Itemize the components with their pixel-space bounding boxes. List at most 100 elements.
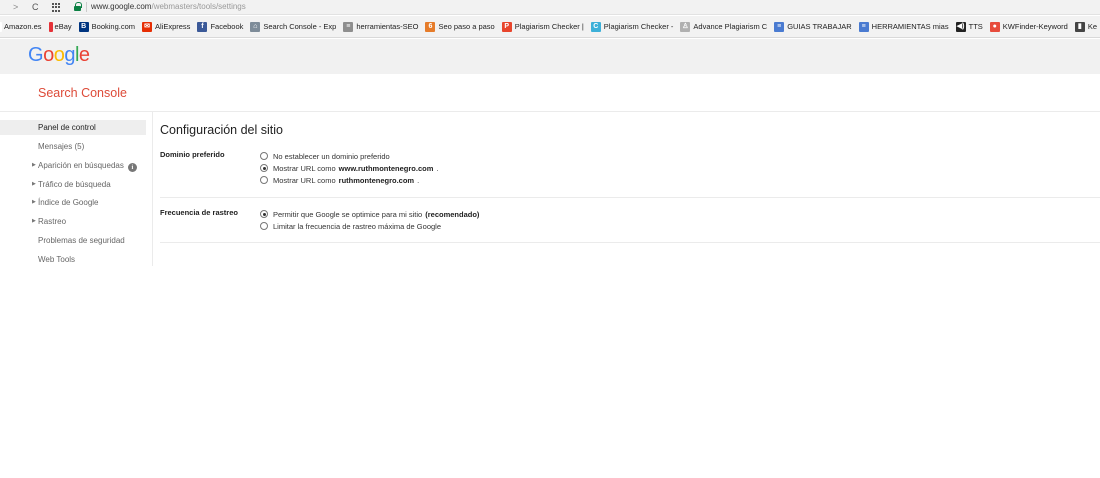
bookmark-favicon-icon: ≡	[343, 21, 354, 32]
sidebar-item[interactable]: ▶ Rastreo	[0, 214, 146, 229]
logo-letter: g	[64, 44, 75, 66]
url-domain: www.google.com	[91, 2, 152, 11]
bookmark-label: Plagiarism Checker -	[603, 22, 674, 31]
bookmark-favicon-icon: f	[197, 21, 208, 32]
bookmark-label: AliExpress	[155, 22, 191, 31]
bookmark-item[interactable]: C Plagiarism Checker -	[590, 21, 674, 32]
sidebar-item[interactable]: Panel de control	[0, 120, 146, 135]
sidebar-item-label: Mensajes (5)	[38, 142, 85, 151]
forward-icon[interactable]: >	[13, 1, 18, 13]
bookmark-label: Advance Plagiarism C	[693, 22, 768, 31]
radio-button[interactable]	[260, 164, 268, 172]
google-logo[interactable]: Google	[28, 44, 90, 67]
product-header: Search Console	[0, 75, 1100, 112]
sidebar-nav: Panel de control Mensajes (5) ▶ Aparición e…	[0, 112, 153, 266]
bookmark-item[interactable]: ● KWFinder-Keyword	[989, 21, 1068, 32]
sidebar-item[interactable]: Web Tools	[0, 252, 146, 267]
bookmark-label: KWFinder-Keyword	[1002, 22, 1068, 31]
bookmark-item[interactable]: ✉ AliExpress	[142, 21, 191, 32]
address-bar: > C www.google.com/webmasters/tools/sett…	[0, 0, 1100, 15]
option-text: Limitar la frecuencia de rastreo máxima …	[273, 221, 441, 231]
radio-button[interactable]	[260, 176, 268, 184]
apps-grid-icon[interactable]	[52, 3, 62, 12]
sidebar-item[interactable]: ▶ Tráfico de búsqueda	[0, 177, 146, 192]
section-divider	[160, 197, 1100, 198]
bookmark-label: Seo paso a paso	[438, 22, 495, 31]
option-text: Mostrar URL como	[273, 163, 336, 173]
sidebar-item[interactable]: Mensajes (5)	[0, 139, 146, 154]
url-path: /webmasters/tools/settings	[151, 2, 246, 11]
sidebar-item-label: Aparición en búsquedas	[38, 161, 124, 170]
bookmark-item[interactable]: 6 Seo paso a paso	[425, 21, 495, 32]
preferred-domain-option[interactable]: Mostrar URL como www.ruthmontenegro.com.	[260, 162, 438, 174]
expand-arrow-icon[interactable]: ▶	[32, 158, 36, 173]
crawl-rate-label: Frecuencia de rastreo	[160, 208, 238, 217]
google-header: Google	[0, 39, 1100, 74]
bookmark-item[interactable]: ♙ Advance Plagiarism C	[680, 21, 768, 32]
radio-button[interactable]	[260, 152, 268, 160]
expand-arrow-icon[interactable]: ▶	[32, 195, 36, 210]
bookmark-favicon-icon: ≡	[858, 21, 869, 32]
bookmark-item[interactable]: ⌂ Search Console - Exp	[250, 21, 336, 32]
option-emphasis: ruthmontenegro.com	[338, 175, 415, 185]
address-separator	[86, 2, 87, 12]
bookmark-item[interactable]: f Facebook	[197, 21, 244, 32]
bookmark-favicon-icon: ♙	[680, 21, 691, 32]
option-text: Permitir que Google se optimice para mi …	[273, 209, 423, 219]
bookmark-item[interactable]: ≡ GUIAS TRABAJAR	[774, 21, 852, 32]
product-title[interactable]: Search Console	[38, 86, 127, 100]
bookmark-label: herramientas-SEO	[356, 22, 419, 31]
bookmark-favicon-icon: ≡	[774, 21, 785, 32]
bookmark-favicon-icon	[48, 21, 53, 32]
crawl-rate-option[interactable]: Permitir que Google se optimice para mi …	[260, 208, 479, 220]
crawl-rate-options: Permitir que Google se optimice para mi …	[260, 208, 479, 232]
sidebar-item-label: Web Tools	[38, 255, 76, 264]
option-text: No establecer un dominio preferido	[273, 151, 390, 161]
radio-button[interactable]	[260, 222, 268, 230]
sidebar-item-label: Panel de control	[38, 123, 96, 132]
radio-button[interactable]	[260, 210, 268, 218]
reload-icon[interactable]: C	[32, 1, 39, 13]
bookmark-label: Amazon.es	[4, 22, 42, 31]
crawl-rate-option[interactable]: Limitar la frecuencia de rastreo máxima …	[260, 220, 479, 232]
bookmark-item[interactable]: ◀) TTS	[955, 21, 983, 32]
bookmark-label: eBay	[54, 22, 72, 31]
section-divider	[160, 242, 1100, 243]
bookmark-favicon-icon: ◀)	[955, 21, 966, 32]
expand-arrow-icon[interactable]: ▶	[32, 177, 36, 192]
bookmark-item[interactable]: ≡ HERRAMIENTAS mias	[858, 21, 949, 32]
bookmark-item[interactable]: eBay	[48, 21, 72, 32]
preferred-domain-option[interactable]: No establecer un dominio preferido	[260, 150, 438, 162]
expand-arrow-icon[interactable]: ▶	[32, 214, 36, 229]
bookmark-item[interactable]: ≡ herramientas-SEO	[343, 21, 419, 32]
sidebar-item[interactable]: ▶ Aparición en búsquedas i	[0, 158, 146, 173]
sidebar-item[interactable]: ▶ Índice de Google	[0, 195, 146, 210]
option-suffix: .	[436, 163, 439, 173]
sidebar-item[interactable]: Problemas de seguridad	[0, 233, 146, 248]
bookmark-favicon-icon: ✉	[142, 21, 152, 32]
bookmark-favicon-icon: 6	[425, 21, 436, 32]
url-field[interactable]: www.google.com/webmasters/tools/settings	[91, 1, 246, 13]
bookmark-label: Facebook	[210, 22, 244, 31]
preferred-domain-options: No establecer un dominio preferido Mostra…	[260, 150, 438, 186]
bookmark-favicon-icon: ▮	[1074, 21, 1085, 32]
logo-letter: G	[28, 44, 44, 66]
logo-letter: e	[78, 44, 90, 66]
bookmark-favicon-icon	[0, 21, 2, 32]
bookmark-favicon-icon: C	[590, 21, 601, 32]
bookmark-item[interactable]: P Plagiarism Checker |	[501, 21, 584, 32]
page-title: Configuración del sitio	[160, 123, 283, 137]
preferred-domain-option[interactable]: Mostrar URL como ruthmontenegro.com.	[260, 174, 438, 186]
bookmark-item[interactable]: Amazon.es	[0, 21, 42, 32]
bookmark-label: Plagiarism Checker |	[514, 22, 584, 31]
bookmark-item[interactable]: ▮ Ke	[1074, 21, 1097, 32]
sidebar-item-label: Rastreo	[38, 217, 67, 226]
option-text: Mostrar URL como	[273, 175, 336, 185]
bookmark-item[interactable]: B Booking.com	[78, 21, 135, 32]
option-suffix: .	[417, 175, 420, 185]
option-emphasis: (recomendado)	[425, 209, 480, 219]
bookmark-label: Ke	[1087, 22, 1097, 31]
logo-letter: o	[43, 44, 54, 66]
bookmark-favicon-icon: ⌂	[250, 21, 261, 32]
info-icon[interactable]: i	[127, 163, 137, 172]
